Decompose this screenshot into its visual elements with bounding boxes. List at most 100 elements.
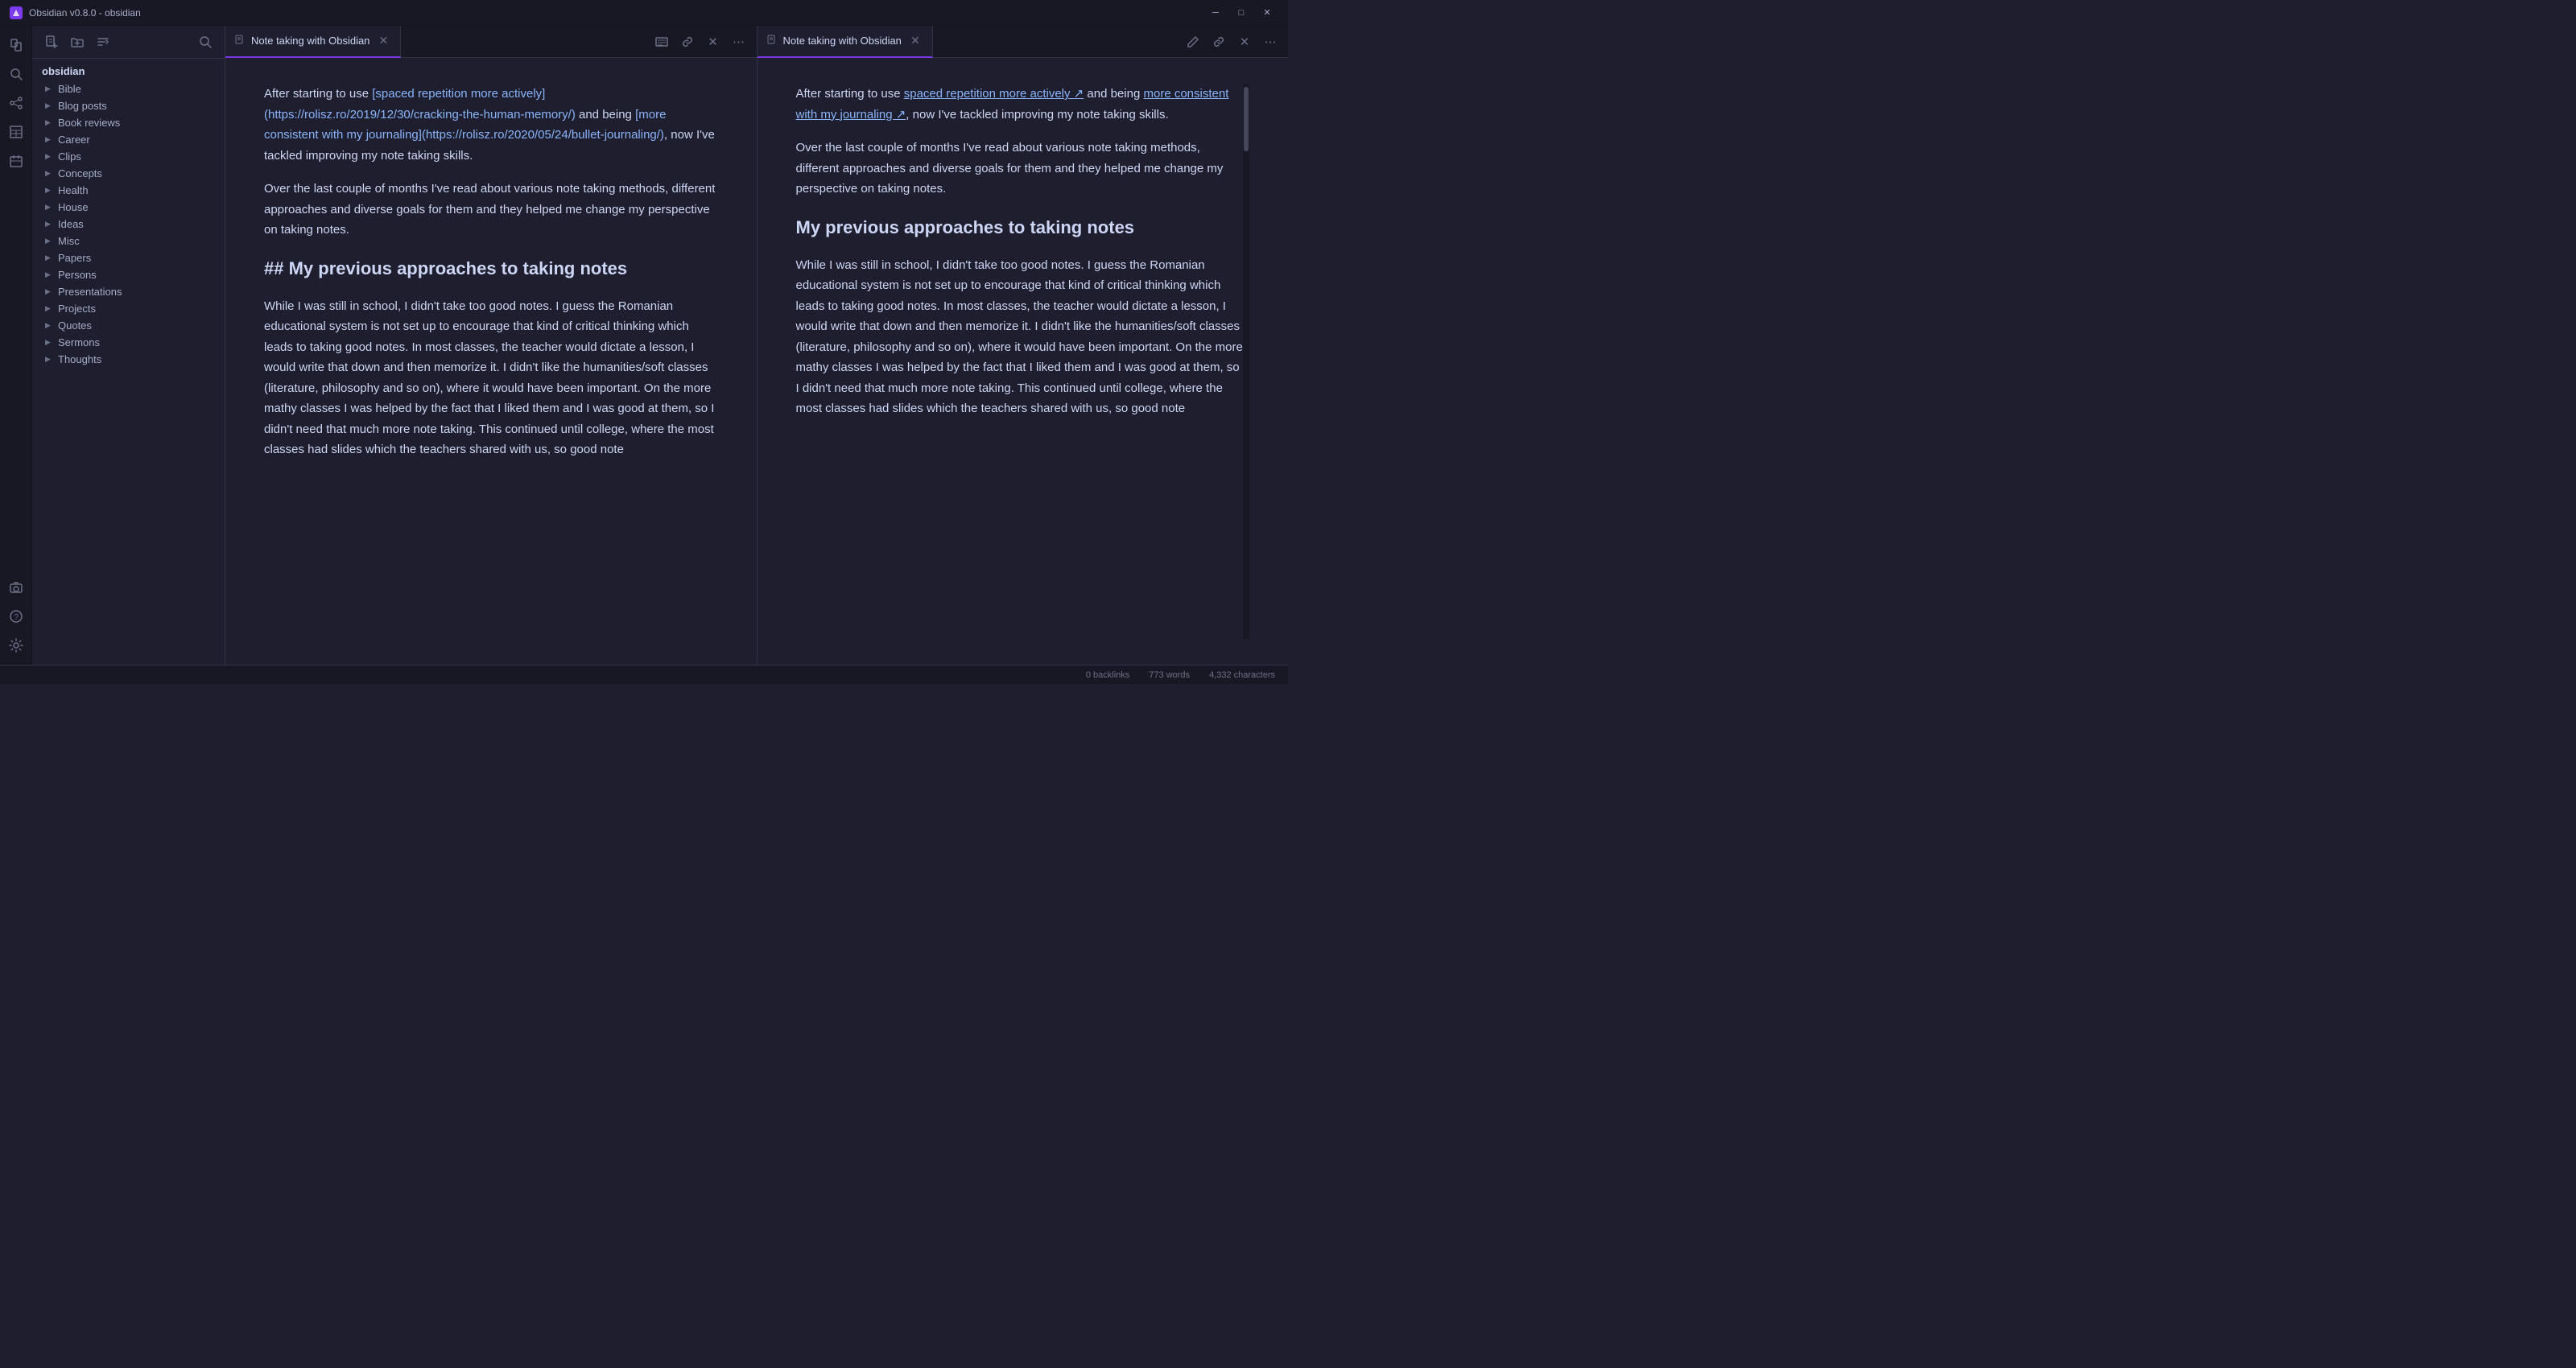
chevron-icon: ▶ [45, 101, 53, 110]
left-editor-content[interactable]: After starting to use [spaced repetition… [225, 58, 757, 665]
search-button[interactable] [3, 61, 29, 87]
link-button-left[interactable] [676, 31, 699, 53]
sidebar-item-house[interactable]: ▶ House [32, 199, 225, 216]
sidebar-item-label: Thoughts [58, 353, 101, 365]
sidebar-item-bible[interactable]: ▶ Bible [32, 80, 225, 97]
right-paragraph3: While I was still in school, I didn't ta… [796, 255, 1244, 419]
right-editor-content[interactable]: After starting to use spaced repetition … [758, 58, 1289, 665]
chevron-icon: ▶ [45, 152, 53, 161]
left-tab-actions: ✕ ⋯ [650, 31, 757, 53]
sidebar-item-misc[interactable]: ▶ Misc [32, 233, 225, 249]
table-button[interactable] [3, 119, 29, 145]
more-options-right-button[interactable]: ⋯ [1259, 31, 1282, 53]
sidebar-item-presentations[interactable]: ▶ Presentations [32, 283, 225, 300]
right-editor-pane: Note taking with Obsidian ✕ [758, 26, 1289, 665]
title-bar: Obsidian v0.8.0 - obsidian ─ □ ✕ [0, 0, 1288, 26]
sidebar-item-label: Book reviews [58, 117, 120, 129]
left-editor-pane: Note taking with Obsidian ✕ [225, 26, 758, 665]
file-icon-right [767, 35, 777, 47]
sidebar-item-career[interactable]: ▶ Career [32, 131, 225, 148]
left-tab-bar: Note taking with Obsidian ✕ [225, 26, 757, 58]
chevron-icon: ▶ [45, 220, 53, 229]
chevron-icon: ▶ [45, 186, 53, 195]
sidebar-item-sermons[interactable]: ▶ Sermons [32, 334, 225, 351]
right-scrollbar-track[interactable] [1243, 84, 1249, 639]
reading-view-button[interactable] [650, 31, 673, 53]
sidebar-item-book-reviews[interactable]: ▶ Book reviews [32, 114, 225, 131]
right-active-tab[interactable]: Note taking with Obsidian ✕ [758, 26, 933, 58]
chevron-icon: ▶ [45, 203, 53, 212]
sidebar-item-label: Persons [58, 269, 97, 281]
sort-button[interactable] [93, 32, 113, 52]
right-scrollbar-thumb[interactable] [1244, 87, 1249, 151]
chevron-icon: ▶ [45, 270, 53, 279]
sidebar-item-blog-posts[interactable]: ▶ Blog posts [32, 97, 225, 114]
sidebar-item-papers[interactable]: ▶ Papers [32, 249, 225, 266]
settings-button[interactable] [3, 632, 29, 658]
files-button[interactable] [3, 32, 29, 58]
edit-button-right[interactable] [1182, 31, 1204, 53]
right-tab-actions: ✕ ⋯ [1182, 31, 1288, 53]
chevron-icon: ▶ [45, 338, 53, 347]
left-paragraph3: While I was still in school, I didn't ta… [264, 296, 718, 460]
left-link1[interactable]: [spaced repetition more actively](https:… [264, 87, 576, 122]
sidebar-item-label: Misc [58, 235, 80, 247]
right-tab-title: Note taking with Obsidian [783, 35, 902, 47]
sidebar-item-persons[interactable]: ▶ Persons [32, 266, 225, 283]
chevron-icon: ▶ [45, 135, 53, 144]
help-button[interactable]: ? [3, 604, 29, 629]
camera-button[interactable] [3, 575, 29, 600]
sidebar-item-quotes[interactable]: ▶ Quotes [32, 317, 225, 334]
sidebar-item-label: Career [58, 134, 90, 146]
sidebar-item-concepts[interactable]: ▶ Concepts [32, 165, 225, 182]
chevron-icon: ▶ [45, 169, 53, 178]
main-layout: ? [0, 26, 1288, 665]
left-tab-close[interactable]: ✕ [376, 34, 390, 48]
chevron-icon: ▶ [45, 84, 53, 93]
right-intro-paragraph: After starting to use spaced repetition … [796, 84, 1244, 125]
close-right-pane-button[interactable]: ✕ [1233, 31, 1256, 53]
chevron-icon: ▶ [45, 237, 53, 245]
sidebar-item-clips[interactable]: ▶ Clips [32, 148, 225, 165]
window-controls: ─ □ ✕ [1204, 4, 1278, 22]
sidebar-item-label: Sermons [58, 336, 100, 348]
right-heading: My previous approaches to taking notes [796, 212, 1244, 242]
sidebar-item-label: Projects [58, 303, 96, 315]
left-active-tab[interactable]: Note taking with Obsidian ✕ [225, 26, 401, 58]
svg-text:?: ? [14, 613, 19, 622]
left-intro-paragraph: After starting to use [spaced repetition… [264, 84, 718, 166]
graph-button[interactable] [3, 90, 29, 116]
sidebar-item-label: House [58, 201, 89, 213]
minimize-button[interactable]: ─ [1204, 4, 1227, 22]
right-content-inner: After starting to use spaced repetition … [796, 84, 1244, 639]
sidebar-item-label: Concepts [58, 167, 102, 179]
app-icon [10, 6, 23, 19]
sidebar-item-health[interactable]: ▶ Health [32, 182, 225, 199]
sidebar-item-ideas[interactable]: ▶ Ideas [32, 216, 225, 233]
sidebar-item-label: Clips [58, 150, 81, 163]
close-left-pane-button[interactable]: ✕ [702, 31, 724, 53]
close-button[interactable]: ✕ [1256, 4, 1278, 22]
sidebar-item-label: Quotes [58, 319, 92, 332]
sidebar-item-label: Blog posts [58, 100, 107, 112]
new-folder-button[interactable] [68, 32, 87, 52]
chevron-icon: ▶ [45, 118, 53, 127]
sidebar-toolbar [32, 26, 225, 59]
right-tab-close[interactable]: ✕ [908, 34, 923, 48]
right-link1[interactable]: spaced repetition more actively ↗ [904, 87, 1084, 101]
backlinks-count: 0 backlinks [1086, 670, 1129, 680]
maximize-button[interactable]: □ [1230, 4, 1253, 22]
more-options-left-button[interactable]: ⋯ [728, 31, 750, 53]
link-button-right[interactable] [1208, 31, 1230, 53]
word-count: 773 words [1149, 670, 1190, 680]
sidebar-item-projects[interactable]: ▶ Projects [32, 300, 225, 317]
sidebar-item-label: Health [58, 184, 89, 196]
sidebar: obsidian ▶ Bible ▶ Blog posts ▶ Book rev… [32, 26, 225, 665]
new-file-button[interactable] [42, 32, 61, 52]
app-title: Obsidian v0.8.0 - obsidian [29, 7, 141, 19]
sidebar-search-button[interactable] [196, 32, 215, 52]
sidebar-item-label: Bible [58, 83, 81, 95]
calendar-button[interactable] [3, 148, 29, 174]
sidebar-item-thoughts[interactable]: ▶ Thoughts [32, 351, 225, 368]
chevron-icon: ▶ [45, 321, 53, 330]
